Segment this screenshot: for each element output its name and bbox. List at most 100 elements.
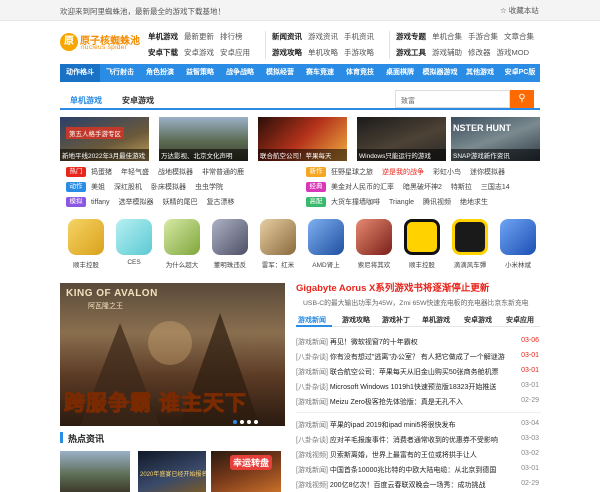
tag-link[interactable]: 三国志14 (481, 184, 510, 191)
tab-android-apps[interactable]: 安卓应用 (506, 315, 534, 325)
banner-tile[interactable]: NSTER HUNT SNAP游戏新作资讯 (451, 117, 540, 161)
tag-link[interactable]: Triangle (389, 199, 414, 206)
hot-thumb[interactable]: 2020年盛宴已经开始报名 (138, 451, 206, 492)
tab-single-game[interactable]: 单机游戏 (70, 95, 102, 106)
tag-link[interactable]: 选举模拟器 (119, 199, 154, 206)
tag-link[interactable]: 妖精的尾巴 (163, 199, 198, 206)
category-nav-item[interactable]: 飞行射击 (100, 64, 140, 82)
favorite-link[interactable]: ☆ 收藏本站 (500, 5, 539, 16)
nav-link[interactable]: 游戏辅助 (432, 48, 462, 57)
banner-tile[interactable]: 万达影视、北京文化声明 (159, 117, 248, 161)
carousel-dot[interactable] (254, 420, 258, 424)
tab-patches[interactable]: 游戏补丁 (382, 315, 410, 325)
category-nav-item[interactable]: 模拟经营 (260, 64, 300, 82)
tag-link[interactable]: tiffany (91, 199, 110, 206)
tag-link[interactable]: 年轻气盛 (121, 169, 149, 176)
nav-link[interactable]: 排行榜 (220, 32, 243, 41)
tag-link[interactable]: 大货车撞墙咖啡 (331, 199, 380, 206)
app-item[interactable]: 董明珠违反 (205, 219, 255, 269)
news-item[interactable]: [游戏新闻] Meizu Zero极客抢先体验版：真是无孔不入 02-29 (296, 397, 541, 409)
headline[interactable]: Gigabyte Aorus X系列游戏书将逐渐停止更新 (296, 280, 541, 294)
nav-link[interactable]: 安卓应用 (220, 48, 250, 57)
news-item[interactable]: [八卦杂谈] Microsoft Windows 1019h1快速预览版18323… (296, 382, 541, 394)
nav-link[interactable]: 游戏MOD (497, 48, 530, 57)
tag-link[interactable]: 腾讯视频 (423, 199, 451, 206)
hot-thumb[interactable] (60, 451, 130, 492)
tag-link[interactable]: 绝地求生 (460, 199, 488, 206)
tab-news[interactable]: 游戏新闻 (298, 315, 326, 325)
category-nav-item[interactable]: 赛车竞速 (300, 64, 340, 82)
site-logo[interactable]: 原 原子核蜘蛛池 nucleus spider (60, 31, 140, 55)
tag-link[interactable]: 迷你模拟器 (470, 169, 505, 176)
nav-link[interactable]: 新闻资讯 (272, 32, 302, 41)
tag-link[interactable]: 复古漂移 (207, 199, 235, 206)
tag-link[interactable]: 狂野星球之旅 (331, 169, 373, 176)
search-button[interactable]: ⚲ (510, 90, 534, 108)
nav-link[interactable]: 单机游戏 (148, 32, 178, 41)
tab-android-game[interactable]: 安卓游戏 (122, 95, 154, 106)
category-nav-item[interactable]: 角色扮演 (140, 64, 180, 82)
app-item[interactable]: AMD肾上 (301, 219, 351, 269)
search-input[interactable]: 致富 (395, 90, 510, 108)
app-item[interactable]: 索尼将其欢 (349, 219, 399, 269)
nav-link[interactable]: 最新更新 (184, 32, 214, 41)
tag-link[interactable]: 战地模拟器 (158, 169, 193, 176)
tag-link[interactable]: 暗黑破坏神2 (403, 184, 442, 191)
tag-link[interactable]: 彩虹小鸟 (433, 169, 461, 176)
category-nav-item[interactable]: 战争战略 (220, 64, 260, 82)
news-item[interactable]: [八卦杂谈] 你有没有想过"逃离"办公室？ 有人把它做成了一个解谜游 03-01 (296, 352, 541, 364)
banner-tile[interactable]: 第五人格手游专区 新地平线2022年3月最佳游戏 (60, 117, 149, 161)
nav-link[interactable]: 游戏专题 (396, 32, 426, 41)
tab-single-games[interactable]: 单机游戏 (422, 315, 450, 325)
app-item[interactable]: 雷军：红米 (253, 219, 303, 269)
tag-link[interactable]: 虫虫学院 (195, 184, 223, 191)
tag-link[interactable]: 逆是我的战争 (382, 169, 424, 176)
news-item[interactable]: [游戏视频] 200亿8亿次！百度云春联双晚会一场秀：成功挑战 02-29 (296, 480, 541, 492)
tag-link[interactable]: 深红股机 (114, 184, 142, 191)
nav-link[interactable]: 安卓下载 (148, 48, 178, 57)
carousel-dot[interactable] (240, 420, 244, 424)
nav-link[interactable]: 手机资讯 (344, 32, 374, 41)
news-item[interactable]: [游戏视频] 贝索斯离婚，世界上最富有的王位或将拱手让人 03-02 (296, 450, 541, 462)
banner-tile[interactable]: Windows只能运行的游戏 (357, 117, 446, 161)
news-item[interactable]: [游戏新闻] 联合航空公司：苹果每天从旧金山购买50张商务舱机票 03-01 (296, 367, 541, 379)
tag-link[interactable]: 捣蛋猪 (91, 169, 112, 176)
nav-link[interactable]: 游戏资讯 (308, 32, 338, 41)
news-item[interactable]: [游戏新闻] 苹果的ipad 2019和ipad mini5将很快发布 03-04 (296, 420, 541, 432)
news-item[interactable]: [游戏新闻] 中国首条10000兆比特的中欧大陆电缆：从北京到德国 03-01 (296, 465, 541, 477)
category-nav-item[interactable]: 动作格斗 (60, 64, 100, 82)
category-nav-item[interactable]: 模拟器游戏 (420, 64, 460, 82)
nav-link[interactable]: 安卓游戏 (184, 48, 214, 57)
banner-tile[interactable]: 联合航空公司！苹果每天 (258, 117, 347, 161)
carousel-dot[interactable] (247, 420, 251, 424)
app-item[interactable]: 滴滴风车彈 (445, 219, 495, 269)
app-item[interactable]: 小米林斌 (493, 219, 543, 269)
tag-link[interactable]: 卧床模拟器 (151, 184, 186, 191)
category-nav-item[interactable]: 桌面棋牌 (380, 64, 420, 82)
tab-android-games[interactable]: 安卓游戏 (464, 315, 492, 325)
tab-guides[interactable]: 游戏攻略 (342, 315, 370, 325)
category-nav-item[interactable]: 益智策略 (180, 64, 220, 82)
nav-link[interactable]: 单机合集 (432, 32, 462, 41)
nav-link[interactable]: 手游合集 (468, 32, 498, 41)
category-nav-item[interactable]: 体育竞技 (340, 64, 380, 82)
nav-link[interactable]: 手游攻略 (344, 48, 374, 57)
tag-link[interactable]: 非常普通的鹿 (202, 169, 244, 176)
app-item[interactable]: 顺丰控股 (61, 219, 111, 269)
nav-link[interactable]: 游戏工具 (396, 48, 426, 57)
carousel-dot[interactable] (233, 420, 237, 424)
app-item[interactable]: CES (109, 219, 159, 266)
tag-link[interactable]: 美金对人民币的汇率 (331, 184, 394, 191)
news-item[interactable]: [游戏新闻] 再见！微软视窗7的十年霸权 03-06 (296, 337, 541, 349)
category-nav-item[interactable]: 其他游戏 (460, 64, 500, 82)
tag-link[interactable]: 美姐 (91, 184, 105, 191)
nav-link[interactable]: 修改器 (468, 48, 491, 57)
category-nav-item[interactable]: 安卓PC版 (500, 64, 540, 82)
nav-link[interactable]: 文章合集 (504, 32, 534, 41)
tag-link[interactable]: 特斯拉 (451, 184, 472, 191)
nav-link[interactable]: 单机攻略 (308, 48, 338, 57)
nav-link[interactable]: 游戏攻略 (272, 48, 302, 57)
app-item[interactable]: 顺丰控股 (397, 219, 447, 269)
feature-image[interactable]: KING OF AVALON 阿瓦隆之王 跨服争霸 谁主天下 (60, 283, 285, 426)
news-item[interactable]: [八卦杂谈] 应对羊毛报废事件：消费者通常收到的优惠券不受影响 03-03 (296, 435, 541, 447)
